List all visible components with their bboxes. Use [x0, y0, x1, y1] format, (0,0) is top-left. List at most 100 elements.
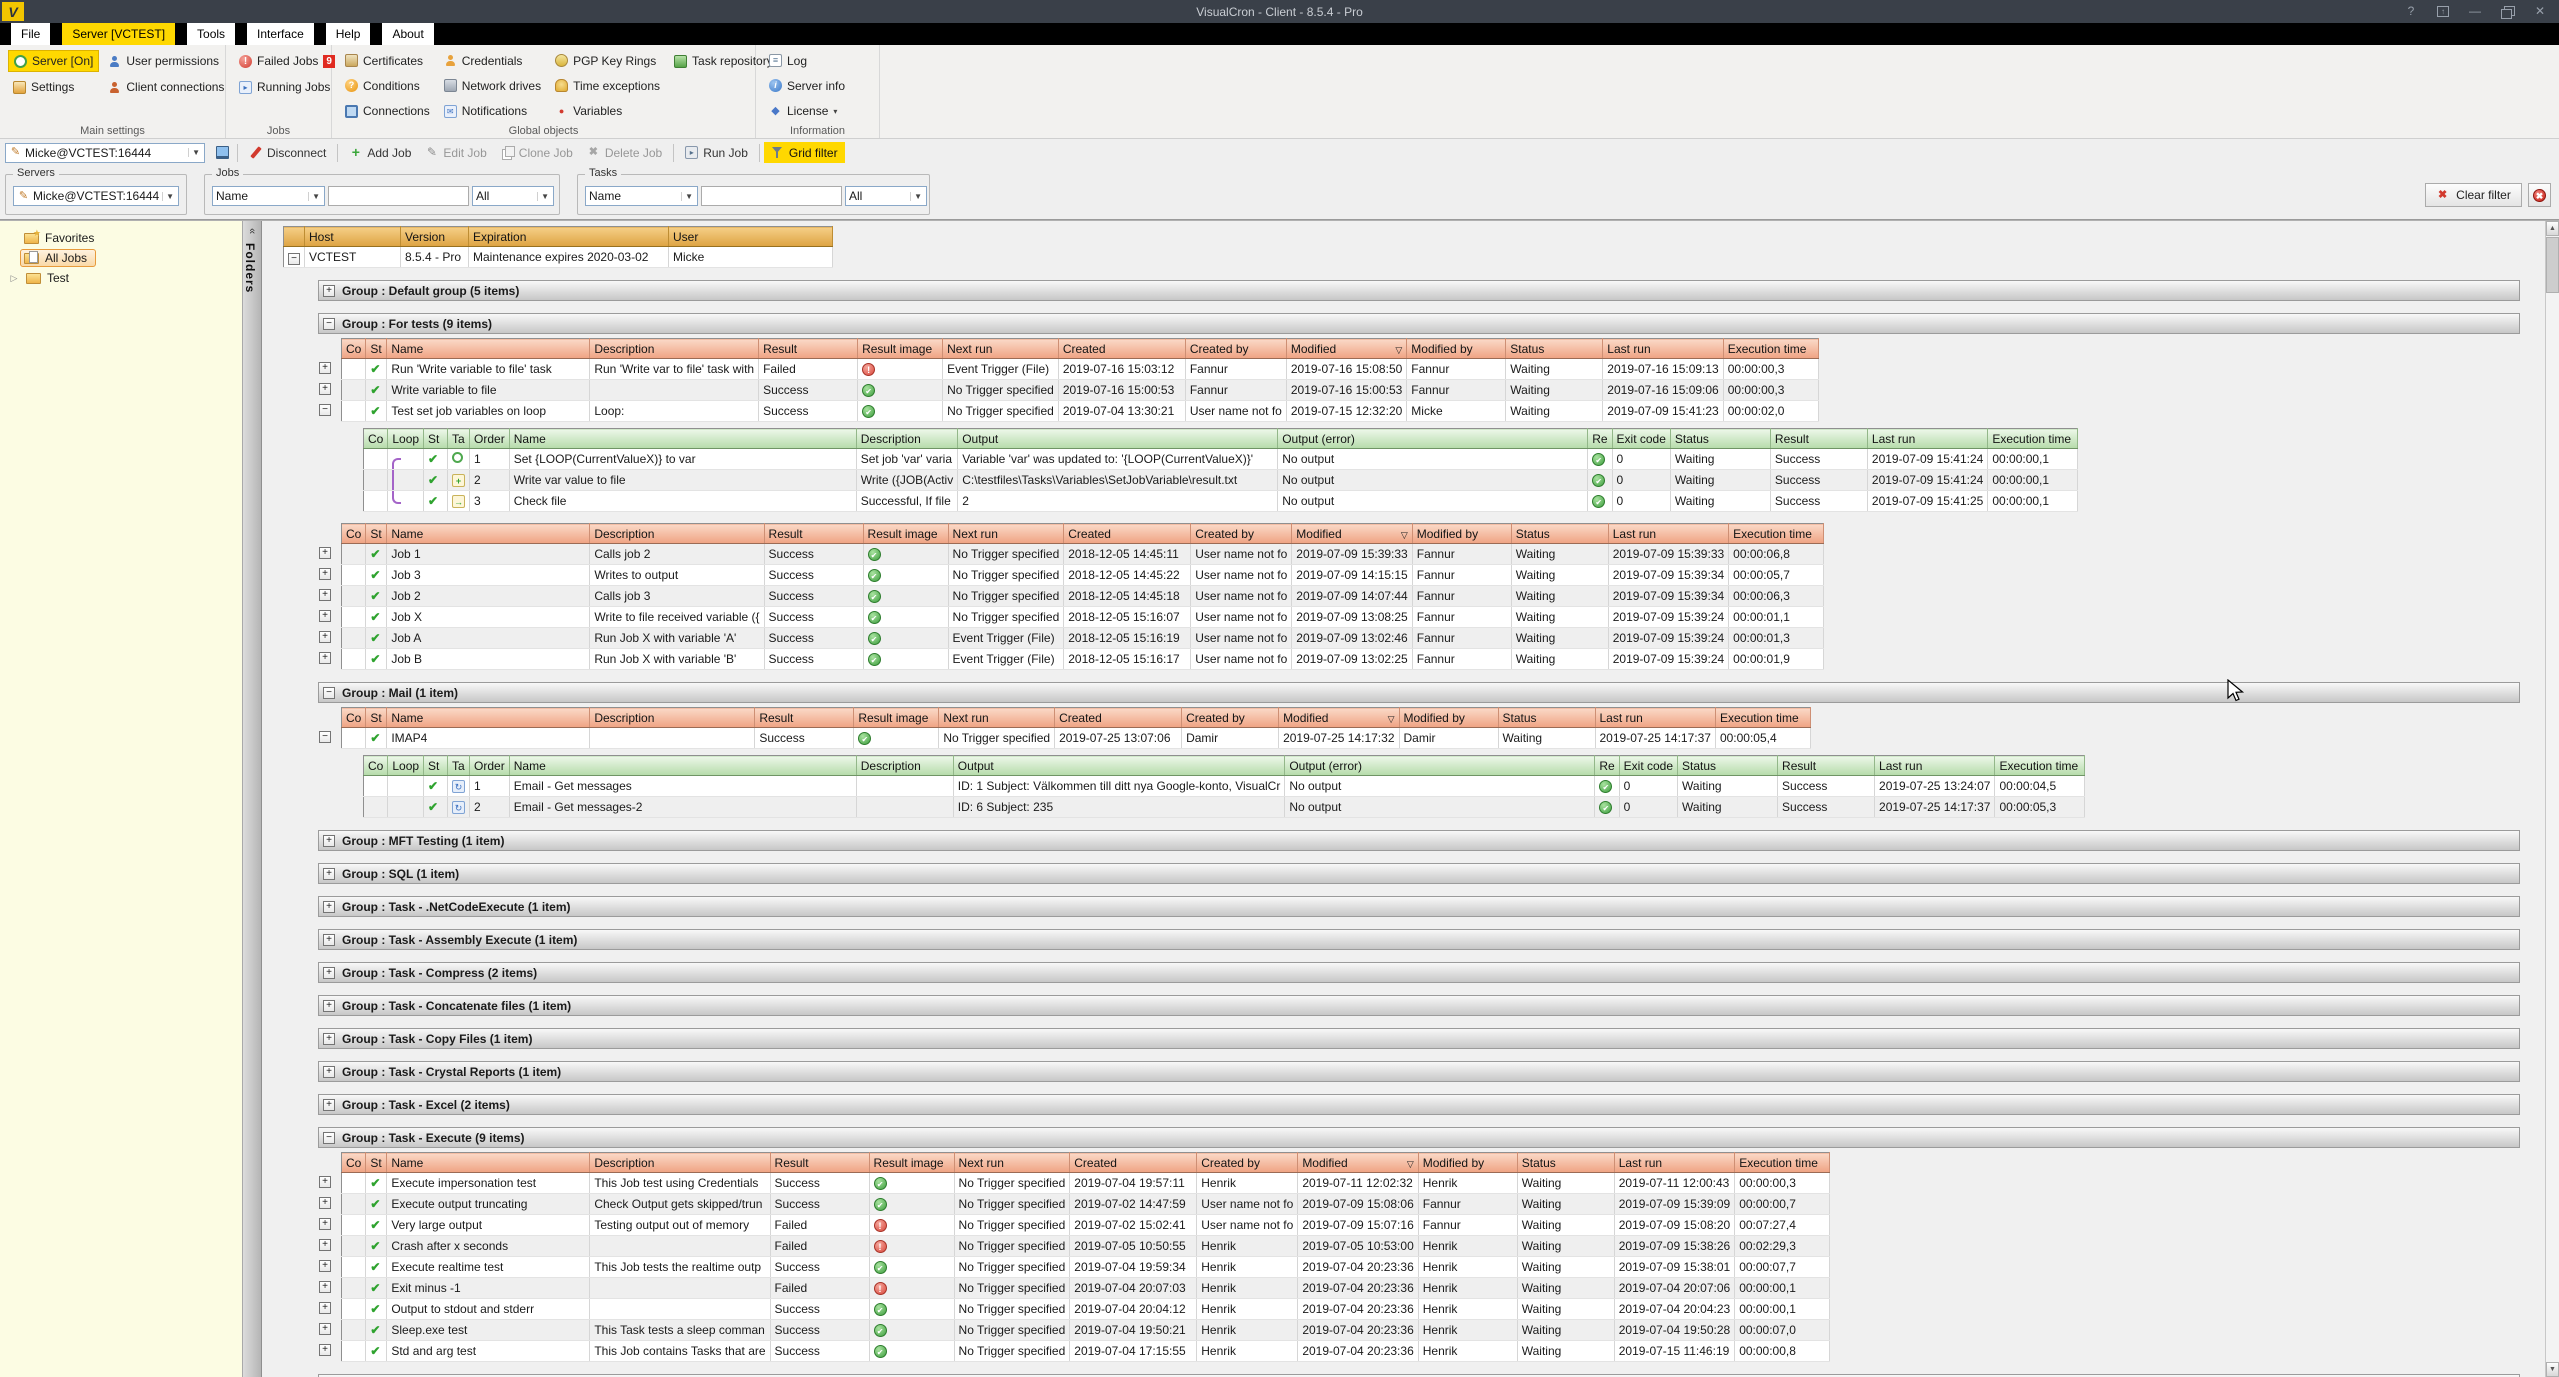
- column-header-status[interactable]: Status: [1517, 1153, 1614, 1173]
- job-row[interactable]: ✔Job ARun Job X with variable 'A'Success…: [342, 628, 1824, 649]
- job-row[interactable]: ✔Std and arg testThis Job contains Tasks…: [342, 1341, 1830, 1362]
- expander-box[interactable]: +: [319, 362, 331, 374]
- expander-box[interactable]: +: [319, 1197, 331, 1209]
- expander-box[interactable]: +: [323, 835, 335, 847]
- column-header-created[interactable]: Created: [1070, 1153, 1197, 1173]
- column-header-last-run[interactable]: Last run: [1867, 429, 1987, 449]
- column-header-description[interactable]: Description: [590, 1153, 770, 1173]
- column-header-status[interactable]: Status: [1511, 524, 1608, 544]
- column-header-execution-time[interactable]: Execution time: [1729, 524, 1824, 544]
- menu-tab-tools[interactable]: Tools: [187, 23, 235, 45]
- sidebar-item-favorites[interactable]: Favorites: [0, 228, 242, 248]
- ribbon-button-client-connections[interactable]: Client connections: [103, 76, 229, 98]
- column-header-ta[interactable]: Ta: [448, 429, 470, 449]
- column-header-st[interactable]: St: [366, 1153, 387, 1173]
- ribbon-button-license[interactable]: ◆License▾: [764, 101, 850, 122]
- group-band-group-task-execute-9-items[interactable]: −Group : Task - Execute (9 items): [318, 1127, 2520, 1148]
- expander-box[interactable]: +: [319, 547, 331, 559]
- group-band-group-for-tests-9-items[interactable]: −Group : For tests (9 items): [318, 313, 2520, 334]
- run-job-button[interactable]: ▸Run Job: [678, 142, 755, 163]
- column-header-st[interactable]: St: [366, 339, 387, 359]
- column-header-description[interactable]: Description: [590, 524, 764, 544]
- column-header-result-image[interactable]: Result image: [869, 1153, 954, 1173]
- menu-tab-interface[interactable]: Interface: [247, 23, 314, 45]
- expander-box[interactable]: −: [323, 1132, 335, 1144]
- column-header-execution-time[interactable]: Execution time: [1988, 429, 2078, 449]
- tasks-filter-input[interactable]: [701, 186, 842, 206]
- edit-job-button[interactable]: ✎Edit Job: [418, 142, 493, 163]
- job-row[interactable]: ✔IMAP4Success✔No Trigger specified2019-0…: [342, 728, 1811, 749]
- job-row[interactable]: ✔Test set job variables on loopLoop:Succ…: [342, 401, 1819, 422]
- column-header-last-run[interactable]: Last run: [1603, 339, 1723, 359]
- column-header-result[interactable]: Result: [755, 708, 854, 728]
- column-header-loop[interactable]: Loop: [388, 429, 424, 449]
- clear-filter-button[interactable]: ✖ Clear filter: [2425, 183, 2522, 207]
- column-header-modified-by[interactable]: Modified by: [1418, 1153, 1517, 1173]
- expander-box[interactable]: +: [319, 568, 331, 580]
- column-header-result[interactable]: Result: [1770, 429, 1867, 449]
- group-band-group-task-excel-2-items[interactable]: +Group : Task - Excel (2 items): [318, 1094, 2520, 1115]
- job-row[interactable]: ✔Job 1Calls job 2Success✔No Trigger spec…: [342, 544, 1824, 565]
- expander-box[interactable]: +: [323, 967, 335, 979]
- add-job-button[interactable]: +Add Job: [342, 142, 418, 163]
- job-row[interactable]: ✔Write variable to fileSuccess✔No Trigge…: [342, 380, 1819, 401]
- column-header-modified[interactable]: Modified▽: [1292, 524, 1412, 544]
- job-row[interactable]: ✔Job 3Writes to outputSuccess✔No Trigger…: [342, 565, 1824, 586]
- group-band-group-mft-testing-1-item[interactable]: +Group : MFT Testing (1 item): [318, 830, 2520, 851]
- column-header-result[interactable]: Result: [770, 1153, 869, 1173]
- column-header-modified[interactable]: Modified▽: [1286, 339, 1406, 359]
- column-header-result[interactable]: Result: [1778, 756, 1875, 776]
- column-header-status[interactable]: Status: [1670, 429, 1770, 449]
- column-header-execution-time[interactable]: Execution time: [1995, 756, 2085, 776]
- group-band-group-task-copy-files-1-item[interactable]: +Group : Task - Copy Files (1 item): [318, 1028, 2520, 1049]
- column-header-description[interactable]: Description: [856, 429, 957, 449]
- task-row[interactable]: ✔+2Write var value to fileWrite ({JOB(Ac…: [364, 470, 2078, 491]
- group-band-group-task-assembly-execute-1-item[interactable]: +Group : Task - Assembly Execute (1 item…: [318, 929, 2520, 950]
- expander-box[interactable]: −: [323, 318, 335, 330]
- column-header-re[interactable]: Re: [1595, 756, 1619, 776]
- column-header-co[interactable]: Co: [342, 339, 366, 359]
- folders-panel-strip[interactable]: « Folders: [243, 221, 262, 1377]
- group-band-group-task-concatenate-files-1-item[interactable]: +Group : Task - Concatenate files (1 ite…: [318, 995, 2520, 1016]
- column-header-last-run[interactable]: Last run: [1608, 524, 1728, 544]
- column-header-output-error[interactable]: Output (error): [1285, 756, 1595, 776]
- job-row[interactable]: ✔Execute realtime testThis Job tests the…: [342, 1257, 1830, 1278]
- column-header-status[interactable]: Status: [1506, 339, 1603, 359]
- sidebar-item-all-jobs[interactable]: All Jobs: [0, 248, 242, 268]
- column-header-name[interactable]: Name: [387, 708, 590, 728]
- expander-box[interactable]: +: [323, 1099, 335, 1111]
- expander-box[interactable]: +: [323, 934, 335, 946]
- expander-box[interactable]: +: [323, 1033, 335, 1045]
- column-header-result-image[interactable]: Result image: [858, 339, 943, 359]
- pin-icon[interactable]: ↑: [2437, 6, 2449, 17]
- column-header-expiration[interactable]: Expiration: [469, 227, 669, 247]
- ribbon-button-pgp-key-rings[interactable]: PGP Key Rings: [550, 50, 665, 71]
- delete-job-button[interactable]: ✖Delete Job: [580, 142, 669, 163]
- column-header-host[interactable]: Host: [305, 227, 401, 247]
- column-header-version[interactable]: Version: [401, 227, 469, 247]
- column-header-result-image[interactable]: Result image: [854, 708, 939, 728]
- expander-box[interactable]: +: [319, 589, 331, 601]
- group-band-group-task-netcodeexecute-1-item[interactable]: +Group : Task - .NetCodeExecute (1 item): [318, 896, 2520, 917]
- expander-box[interactable]: +: [319, 1344, 331, 1356]
- server-row[interactable]: −VCTEST8.5.4 - ProMaintenance expires 20…: [284, 247, 833, 268]
- expander-box[interactable]: +: [319, 1176, 331, 1188]
- column-header-created-by[interactable]: Created by: [1185, 339, 1286, 359]
- job-row[interactable]: ✔Exit minus -1Failed!No Trigger specifie…: [342, 1278, 1830, 1299]
- column-header-next-run[interactable]: Next run: [939, 708, 1055, 728]
- ribbon-button-credentials[interactable]: Credentials: [439, 50, 546, 71]
- column-header-status[interactable]: Status: [1498, 708, 1595, 728]
- servers-filter-combo[interactable]: ✎ Micke@VCTEST:16444 ▼: [13, 186, 179, 206]
- task-row[interactable]: ✔→3Check fileSuccessful, If file2No outp…: [364, 491, 2078, 512]
- expander-box[interactable]: +: [319, 610, 331, 622]
- column-header-co[interactable]: Co: [342, 1153, 366, 1173]
- ribbon-button-server-info[interactable]: iServer info: [764, 75, 850, 96]
- expander-box[interactable]: +: [319, 1260, 331, 1272]
- column-header-st[interactable]: St: [424, 429, 448, 449]
- expander-box[interactable]: +: [319, 383, 331, 395]
- column-header-co[interactable]: Co: [342, 708, 366, 728]
- column-header-last-run[interactable]: Last run: [1614, 1153, 1734, 1173]
- column-header-st[interactable]: St: [366, 708, 387, 728]
- expander-box[interactable]: +: [319, 1323, 331, 1335]
- column-header-created[interactable]: Created: [1055, 708, 1182, 728]
